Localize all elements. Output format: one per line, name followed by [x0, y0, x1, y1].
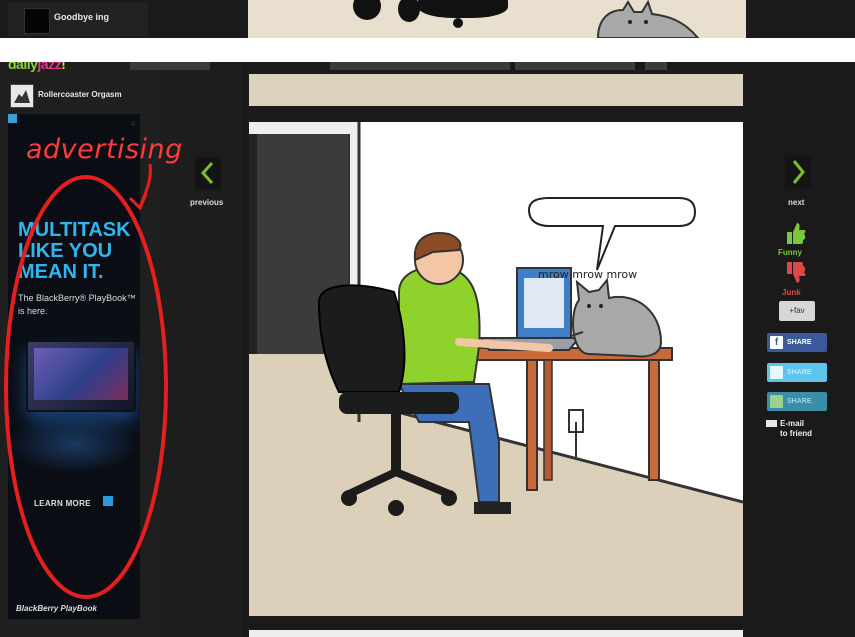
twitter-share-label: SHARE: [787, 369, 812, 376]
ad-close-icon[interactable]: ○: [131, 118, 136, 128]
thumbs-up-icon[interactable]: [784, 220, 806, 246]
speech-bubble-text: mrow mrow mrow: [538, 268, 638, 281]
comic-image: mrow mrow mrow: [249, 122, 743, 616]
annotation-label: advertising: [26, 134, 183, 165]
tablet-image: [26, 340, 136, 412]
stumbleupon-share-label: SHARE: [787, 398, 812, 405]
email-label: E-mail: [780, 419, 805, 428]
facebook-share-label: SHARE: [787, 339, 812, 346]
chevron-right-icon: [792, 160, 805, 184]
ad-headline: MULTITASK LIKE YOU MEAN IT.: [18, 220, 140, 283]
funny-vote-label[interactable]: Funny: [778, 248, 802, 257]
logo-text-bang: !: [61, 62, 66, 72]
next-label[interactable]: next: [788, 198, 804, 207]
top-nav-tab[interactable]: [515, 62, 635, 70]
ad-learn-more-button[interactable]: LEARN MORE: [34, 499, 91, 508]
ad-choice-icon[interactable]: [8, 114, 17, 123]
top-nav-tab[interactable]: [645, 62, 667, 70]
stumbleupon-share-button[interactable]: SHARE: [767, 392, 827, 411]
ad-brand-footer: BlackBerry PlayBook: [16, 604, 97, 613]
site-logo[interactable]: dailyjazz!: [8, 62, 66, 72]
logo-text-daily: daily: [8, 62, 38, 72]
avatar: [10, 84, 34, 108]
chevron-left-icon: [200, 161, 214, 185]
arrow-right-icon[interactable]: [103, 496, 113, 506]
previous-comic-fragment: [248, 0, 746, 38]
advertisement-banner[interactable]: ○ MULTITASK LIKE YOU MEAN IT. The BlackB…: [8, 114, 140, 619]
rider-icon: [11, 85, 33, 107]
previous-item-row[interactable]: Goodbye ing: [8, 2, 148, 36]
previous-label[interactable]: previous: [190, 198, 223, 207]
ad-glow: [8, 414, 140, 474]
thumbs-down-icon[interactable]: [784, 260, 806, 286]
previous-button[interactable]: [195, 157, 221, 189]
logo-text-jazz: jazz: [37, 62, 62, 72]
top-nav-tab[interactable]: [330, 62, 510, 70]
ad-subline: The BlackBerry® PlayBook™ is here.: [18, 293, 136, 316]
email-to-friend-link[interactable]: E-mail to friend: [766, 419, 812, 439]
junk-vote-label[interactable]: Junk: [782, 288, 801, 297]
previous-screenshot-strip: Goodbye ing: [0, 0, 855, 38]
previous-item-thumbnail: [24, 8, 50, 34]
comic-page: dailyjazz! Rollercoaster Orgasm ○ MULTIT…: [0, 62, 855, 637]
favorite-button[interactable]: +fav: [779, 301, 815, 321]
facebook-share-button[interactable]: f SHARE: [767, 333, 827, 352]
comic-next-fragment: [249, 630, 743, 637]
ad-headline-line: LIKE YOU: [18, 240, 113, 262]
envelope-icon: [766, 420, 777, 428]
facebook-icon: f: [770, 336, 783, 349]
previous-item-title: Goodbye ing: [54, 12, 109, 22]
comic-top-strip: [249, 74, 743, 106]
email-label-line2: to friend: [780, 429, 812, 438]
comic-illustration: [249, 122, 743, 616]
next-button[interactable]: [785, 155, 811, 189]
stumbleupon-icon: [770, 395, 783, 408]
twitter-icon: [770, 366, 783, 379]
ad-headline-line: MEAN IT.: [18, 261, 104, 283]
cat-fragment-icon: [596, 0, 700, 38]
author-name: Rollercoaster Orgasm: [38, 90, 122, 99]
top-nav-tab[interactable]: [130, 62, 210, 70]
ad-headline-line: MULTITASK: [18, 219, 131, 241]
twitter-share-button[interactable]: SHARE: [767, 363, 827, 382]
screenshot-divider: [0, 38, 855, 62]
